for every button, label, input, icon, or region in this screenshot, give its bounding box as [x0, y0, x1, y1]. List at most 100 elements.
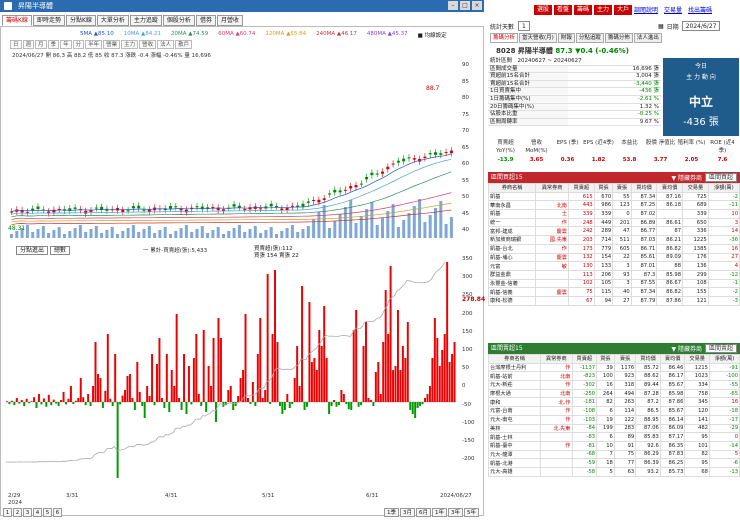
chart-tab[interactable]: 月營收: [216, 15, 243, 26]
sub-tab[interactable]: 籌碼分析: [490, 33, 519, 43]
table-row[interactable]: 華南永昌 北南 443 986 123 87.25 86.18 689 -11: [487, 200, 740, 211]
column-header[interactable]: 買均價: [630, 183, 658, 193]
range-button[interactable]: 3年: [448, 508, 463, 517]
table-row[interactable]: 摩根大通 北南 -250 264 494 87.28 85.98 758 -65: [487, 388, 740, 399]
table-row[interactable]: 美林 北.先東 -84 199 283 87.06 86.09 482 -29: [487, 423, 740, 434]
column-header[interactable]: 賣張: [613, 354, 637, 364]
page-button[interactable]: 6: [53, 508, 62, 517]
chart-tab[interactable]: 分點K線: [65, 15, 96, 26]
table-row[interactable]: 凱基-信義 慶雲 75 115 40 87.34 86.82 155 -2: [487, 287, 740, 297]
toolbar-button[interactable]: 年: [60, 40, 72, 49]
chip-select2[interactable]: 總數: [49, 246, 70, 255]
toolbar-button[interactable]: 營收: [139, 40, 157, 49]
column-header[interactable]: 買賣超: [568, 183, 595, 193]
table-row[interactable]: 元富敏 130 133 3 87.01 88 136 4: [487, 261, 740, 271]
top-link[interactable]: 找出籌碼: [688, 5, 712, 14]
range-button[interactable]: 1年: [432, 508, 447, 517]
column-header[interactable]: 賣張: [612, 183, 632, 193]
calendar-icon[interactable]: ▦: [658, 23, 664, 30]
top-link[interactable]: 調閱說明: [634, 5, 658, 14]
top-button[interactable]: 選股: [534, 5, 553, 15]
toolbar-button[interactable]: 季: [47, 40, 60, 49]
toolbar-button[interactable]: 日: [10, 40, 22, 49]
page-button[interactable]: 4: [33, 508, 42, 517]
buy-section-select[interactable]: 區間買超: [704, 173, 737, 182]
table-row[interactable]: 凱基-北港 -59 18 77 86.39 86.25 95 -6: [487, 458, 740, 468]
toolbar-button[interactable]: 分: [72, 40, 85, 49]
table-row[interactable]: 凱基-臺中作 -81 10 91 92.6 86.35 101 -14: [487, 440, 740, 451]
table-row[interactable]: 統一作 248 449 201 86.89 86.61 650 3: [487, 217, 740, 228]
table-row[interactable]: 康和 北.作 -181 82 263 87.2 87.86 345 16: [487, 397, 740, 408]
top-button[interactable]: 主力: [594, 5, 613, 15]
sub-tab[interactable]: 分點追蹤: [575, 33, 604, 43]
table-row[interactable]: 元大-龍潭 -68 7 75 86.29 87.83 82 5: [487, 449, 740, 460]
column-header[interactable]: 買張: [596, 354, 615, 364]
toolbar-button[interactable]: 散戶: [175, 40, 193, 49]
chart-tab[interactable]: 即時走勢: [32, 15, 65, 26]
page-button[interactable]: 5: [43, 508, 52, 517]
column-header[interactable]: 淨額(萬): [708, 354, 740, 364]
table-row[interactable]: 凱基-士林 -83 6 89 85.83 87.17 95 0: [487, 432, 740, 442]
table-row[interactable]: 凱基士 339 339 0 87.02 339 10: [487, 209, 740, 219]
table-row[interactable]: 凱基-埔心 慶雲 132 154 22 85.61 89.09 176 27: [487, 252, 740, 263]
table-row[interactable]: 凱基-站前 北南 -823 100 923 88.62 86.17 1023 -100: [487, 371, 740, 382]
close-button[interactable]: ×: [472, 1, 482, 10]
sub-tab[interactable]: 法人進出: [633, 33, 662, 43]
chart-tab[interactable]: 主力追蹤: [129, 15, 162, 26]
column-header[interactable]: 買賣超: [571, 354, 598, 364]
date-input[interactable]: 2024/6/27: [681, 21, 721, 31]
toolbar-button[interactable]: 半年: [85, 40, 103, 49]
range-button[interactable]: 1季: [384, 508, 399, 517]
toolbar-button[interactable]: 主力: [121, 40, 139, 49]
table-row[interactable]: 凱基-台北作 173 779 605 86.71 86.82 1385 16: [487, 243, 740, 254]
page-button[interactable]: 2: [13, 508, 22, 517]
table-row[interactable]: 富邦-建成 慶雲 242 289 47 86.77 87 336 14: [487, 226, 740, 237]
top-link[interactable]: 交易量: [664, 5, 682, 14]
column-header[interactable]: 異常券商: [535, 183, 569, 193]
top-button[interactable]: 籌碼: [574, 5, 593, 15]
range-button[interactable]: 6月: [416, 508, 431, 517]
table-row[interactable]: 凱基 615 670 55 87.34 87.16 725 -2: [487, 191, 740, 202]
sell-section-select[interactable]: 區間賣超: [704, 344, 737, 353]
ma-settings-link[interactable]: ■ 均線設定: [418, 31, 447, 39]
page-button[interactable]: 3: [23, 508, 32, 517]
chart-tab[interactable]: 籌碼K線: [2, 15, 32, 26]
sub-tab[interactable]: 當天營收(月): [519, 33, 557, 43]
top-button[interactable]: 看盤: [554, 5, 573, 15]
table-row[interactable]: 新加坡商瑞銀 國.先東 203 714 511 87.03 86.21 1225 -36: [487, 235, 740, 245]
top-button[interactable]: 大戶: [614, 5, 633, 15]
table-row[interactable]: 元大-新莊作 -302 16 318 89.44 85.67 334 -55: [487, 380, 740, 390]
column-header[interactable]: 賣均價: [659, 354, 686, 364]
table-row[interactable]: 台灣摩根士丹利作 -1137 39 1176 85.72 86.46 1215 -91: [487, 362, 740, 373]
toolbar-button[interactable]: 法人: [157, 40, 175, 49]
column-header[interactable]: 買張: [593, 183, 614, 193]
sub-tab[interactable]: 財報: [557, 33, 575, 43]
table-row[interactable]: 康和-松德 67 94 27 87.79 87.86 121 -3: [487, 295, 740, 306]
sub-tab[interactable]: 籌碼分佈: [604, 33, 633, 43]
chip-select[interactable]: 分點進出 總數: [16, 246, 70, 255]
table-row[interactable]: 元大-高雄 -58 5 63 93.2 85.73 68 -13: [487, 466, 740, 477]
column-header[interactable]: 交易量: [684, 354, 710, 364]
table-row[interactable]: 群益金鼎 113 206 93 87.3 85.98 299 -12: [487, 269, 740, 280]
chart-tab[interactable]: 借券: [195, 15, 216, 26]
toolbar-button[interactable]: 月: [35, 40, 47, 49]
range-button[interactable]: 5年: [464, 508, 479, 517]
column-header[interactable]: 買均價: [635, 354, 661, 364]
toolbar-button[interactable]: 週: [22, 40, 35, 49]
table-row[interactable]: 永豐金-信義 102 105 3 87.55 86.67 108 -1: [487, 278, 740, 289]
maximize-button[interactable]: □: [460, 1, 470, 10]
column-header[interactable]: 淨額(萬): [707, 183, 740, 193]
column-header[interactable]: 異常券商: [540, 354, 573, 364]
column-header[interactable]: 券商名稱: [487, 183, 537, 193]
range-button[interactable]: 3月: [400, 508, 415, 517]
column-header[interactable]: 交易量: [682, 183, 709, 193]
table-row[interactable]: 元大-南屯作 -103 19 122 88.95 86.14 141 -17: [487, 414, 740, 425]
column-header[interactable]: 賣均價: [656, 183, 684, 193]
toolbar-button[interactable]: 營業: [103, 40, 121, 49]
minimize-button[interactable]: –: [448, 1, 458, 10]
stat-days-select[interactable]: 1: [518, 21, 530, 31]
chart-tab[interactable]: 個股分析: [162, 15, 195, 26]
table-row[interactable]: 元富-台南作 -108 6 114 86.5 85.67 120 -18: [487, 406, 740, 416]
page-button[interactable]: 1: [3, 508, 12, 517]
column-header[interactable]: 券商名稱: [487, 354, 542, 364]
